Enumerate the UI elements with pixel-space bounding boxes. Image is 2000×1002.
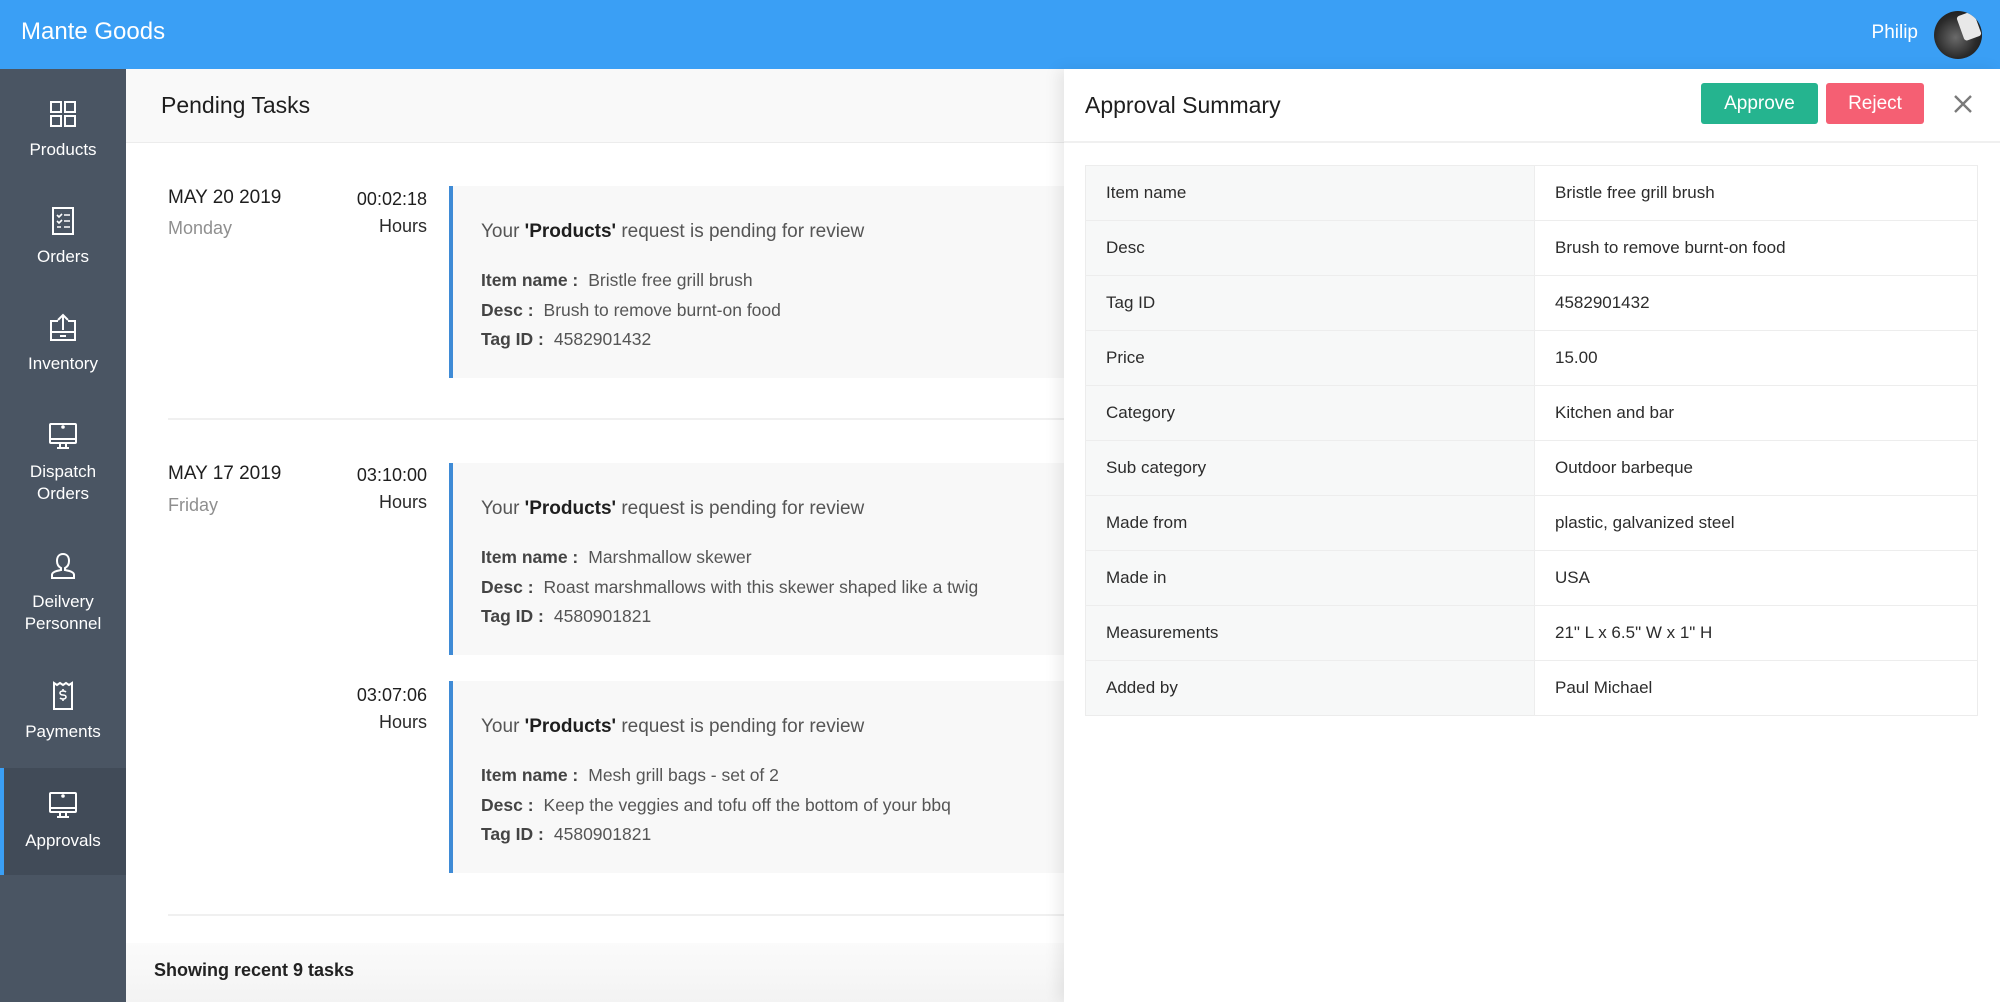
table-row: Desc Brush to remove burnt-on food xyxy=(1085,220,1978,276)
receipt-dollar-icon xyxy=(53,681,73,710)
reject-button[interactable]: Reject xyxy=(1826,83,1924,124)
row-key: Sub category xyxy=(1085,440,1535,496)
user-name[interactable]: Philip xyxy=(1872,22,1918,44)
row-value: 4582901432 xyxy=(1534,275,1978,331)
sidebar-item-approvals[interactable]: Approvals xyxy=(0,768,126,875)
table-row: Price 15.00 xyxy=(1085,330,1978,386)
panel-header: Approval Summary Approve Reject xyxy=(1064,69,2000,143)
task-count-text: Showing recent 9 tasks xyxy=(154,960,355,980)
table-row: Measurements 21" L x 6.5" W x 1" H xyxy=(1085,605,1978,661)
task-tag-id: Tag ID :4580901821 xyxy=(481,824,652,844)
row-key: Price xyxy=(1085,330,1535,386)
task-headline: Your 'Products' request is pending for r… xyxy=(481,221,865,242)
table-row: Item name Bristle free grill brush xyxy=(1085,165,1978,221)
table-row: Made in USA xyxy=(1085,550,1978,606)
row-value: Paul Michael xyxy=(1534,660,1978,716)
sidebar-item-payments[interactable]: Payments xyxy=(0,681,126,743)
table-row: Category Kitchen and bar xyxy=(1085,385,1978,441)
row-value: Bristle free grill brush xyxy=(1534,165,1978,221)
row-key: Category xyxy=(1085,385,1535,441)
sidebar-item-label: Dispatch Orders xyxy=(29,462,97,503)
row-key: Item name xyxy=(1085,165,1535,221)
row-key: Desc xyxy=(1085,220,1535,276)
monitor-icon xyxy=(49,423,77,449)
row-key: Made from xyxy=(1085,495,1535,551)
task-tag-id: Tag ID :4580901821 xyxy=(481,606,652,626)
task-item-name: Item name : Bristle free grill brush xyxy=(481,270,753,290)
task-card[interactable]: Your 'Products' request is pending for r… xyxy=(449,186,1169,378)
close-icon[interactable] xyxy=(1948,89,1978,119)
task-day: Monday xyxy=(168,218,233,238)
task-desc: Desc : Keep the veggies and tofu off the … xyxy=(481,795,951,815)
row-key: Added by xyxy=(1085,660,1535,716)
task-list: MAY 20 2019 Monday 00:02:18 Hours Your '… xyxy=(126,143,1169,943)
monitor-icon xyxy=(49,792,77,818)
sidebar-item-label: Payments xyxy=(25,722,101,741)
page-title: Pending Tasks xyxy=(161,92,311,118)
task-headline: Your 'Products' request is pending for r… xyxy=(481,498,865,519)
sidebar-item-products[interactable]: Products xyxy=(0,99,126,161)
checklist-icon xyxy=(52,207,74,235)
task-time-unit: Hours xyxy=(378,216,427,236)
sidebar-item-label: Inventory xyxy=(28,354,98,373)
task-list-footer: Showing recent 9 tasks xyxy=(126,943,1064,1002)
task-time-unit: Hours xyxy=(378,492,427,512)
row-value: Outdoor barbeque xyxy=(1534,440,1978,496)
task-elapsed-time: 03:10:00 xyxy=(356,465,427,485)
row-value: Brush to remove burnt-on food xyxy=(1534,220,1978,276)
upload-tray-icon xyxy=(50,313,76,341)
task-desc: Desc : Roast marshmallows with this skewe… xyxy=(481,577,979,597)
task-elapsed-time: 03:07:06 xyxy=(356,685,427,705)
task-tag-id: Tag ID :4582901432 xyxy=(481,329,652,349)
table-row: Sub category Outdoor barbeque xyxy=(1085,440,1978,496)
task-headline: Your 'Products' request is pending for r… xyxy=(481,716,865,737)
sidebar-item-dispatch-orders[interactable]: Dispatch Orders xyxy=(0,421,126,505)
task-desc: Desc : Brush to remove burnt-on food xyxy=(481,300,781,320)
sidebar-item-label: Deilvery Personnel xyxy=(24,592,102,633)
row-value: 21" L x 6.5" W x 1" H xyxy=(1534,605,1978,661)
approve-button[interactable]: Approve xyxy=(1701,83,1818,124)
sidebar-item-label: Approvals xyxy=(25,831,101,850)
row-key: Measurements xyxy=(1085,605,1535,661)
task-elapsed-time: 00:02:18 xyxy=(356,189,427,209)
table-row: Added by Paul Michael xyxy=(1085,660,1978,716)
sidebar-item-label: Orders xyxy=(37,247,89,266)
group-divider xyxy=(168,914,1068,916)
task-card[interactable]: Your 'Products' request is pending for r… xyxy=(449,681,1169,873)
user-icon xyxy=(51,552,75,579)
task-item-name: Item name : Marshmallow skewer xyxy=(481,547,752,567)
panel-title: Approval Summary xyxy=(1085,92,1281,118)
avatar[interactable] xyxy=(1934,11,1982,59)
approval-summary-table: Item name Bristle free grill brush Desc Br… xyxy=(1085,165,1978,716)
group-divider xyxy=(168,418,1068,420)
row-value: USA xyxy=(1534,550,1978,606)
table-row: Tag ID 4582901432 xyxy=(1085,275,1978,331)
task-day: Friday xyxy=(168,495,219,515)
task-time-unit: Hours xyxy=(378,712,427,732)
row-key: Made in xyxy=(1085,550,1535,606)
task-item-name: Item name : Mesh grill bags - set of 2 xyxy=(481,765,779,785)
task-card[interactable]: Your 'Products' request is pending for r… xyxy=(449,463,1169,655)
sidebar-item-label: Products xyxy=(29,140,97,159)
row-value: Kitchen and bar xyxy=(1534,385,1978,441)
row-key: Tag ID xyxy=(1085,275,1535,331)
brand-name[interactable]: Mante Goods xyxy=(21,18,165,46)
sidebar-item-delivery-personnel[interactable]: Deilvery Personnel xyxy=(0,551,126,635)
sidebar: Products Orders Inventory Dispatch Order… xyxy=(0,69,126,1002)
table-row: Made from plastic, galvanized steel xyxy=(1085,495,1978,551)
approval-summary-panel: Approval Summary Approve Reject Item nam… xyxy=(1064,69,2000,1002)
page-header: Pending Tasks xyxy=(126,69,1064,143)
task-date: MAY 20 2019 xyxy=(168,187,282,208)
top-bar: Mante Goods Philip xyxy=(0,0,2000,69)
task-date: MAY 17 2019 xyxy=(168,463,282,484)
grid-icon xyxy=(50,101,76,127)
sidebar-item-inventory[interactable]: Inventory xyxy=(0,313,126,375)
row-value: 15.00 xyxy=(1534,330,1978,386)
sidebar-item-orders[interactable]: Orders xyxy=(0,206,126,268)
row-value: plastic, galvanized steel xyxy=(1534,495,1978,551)
